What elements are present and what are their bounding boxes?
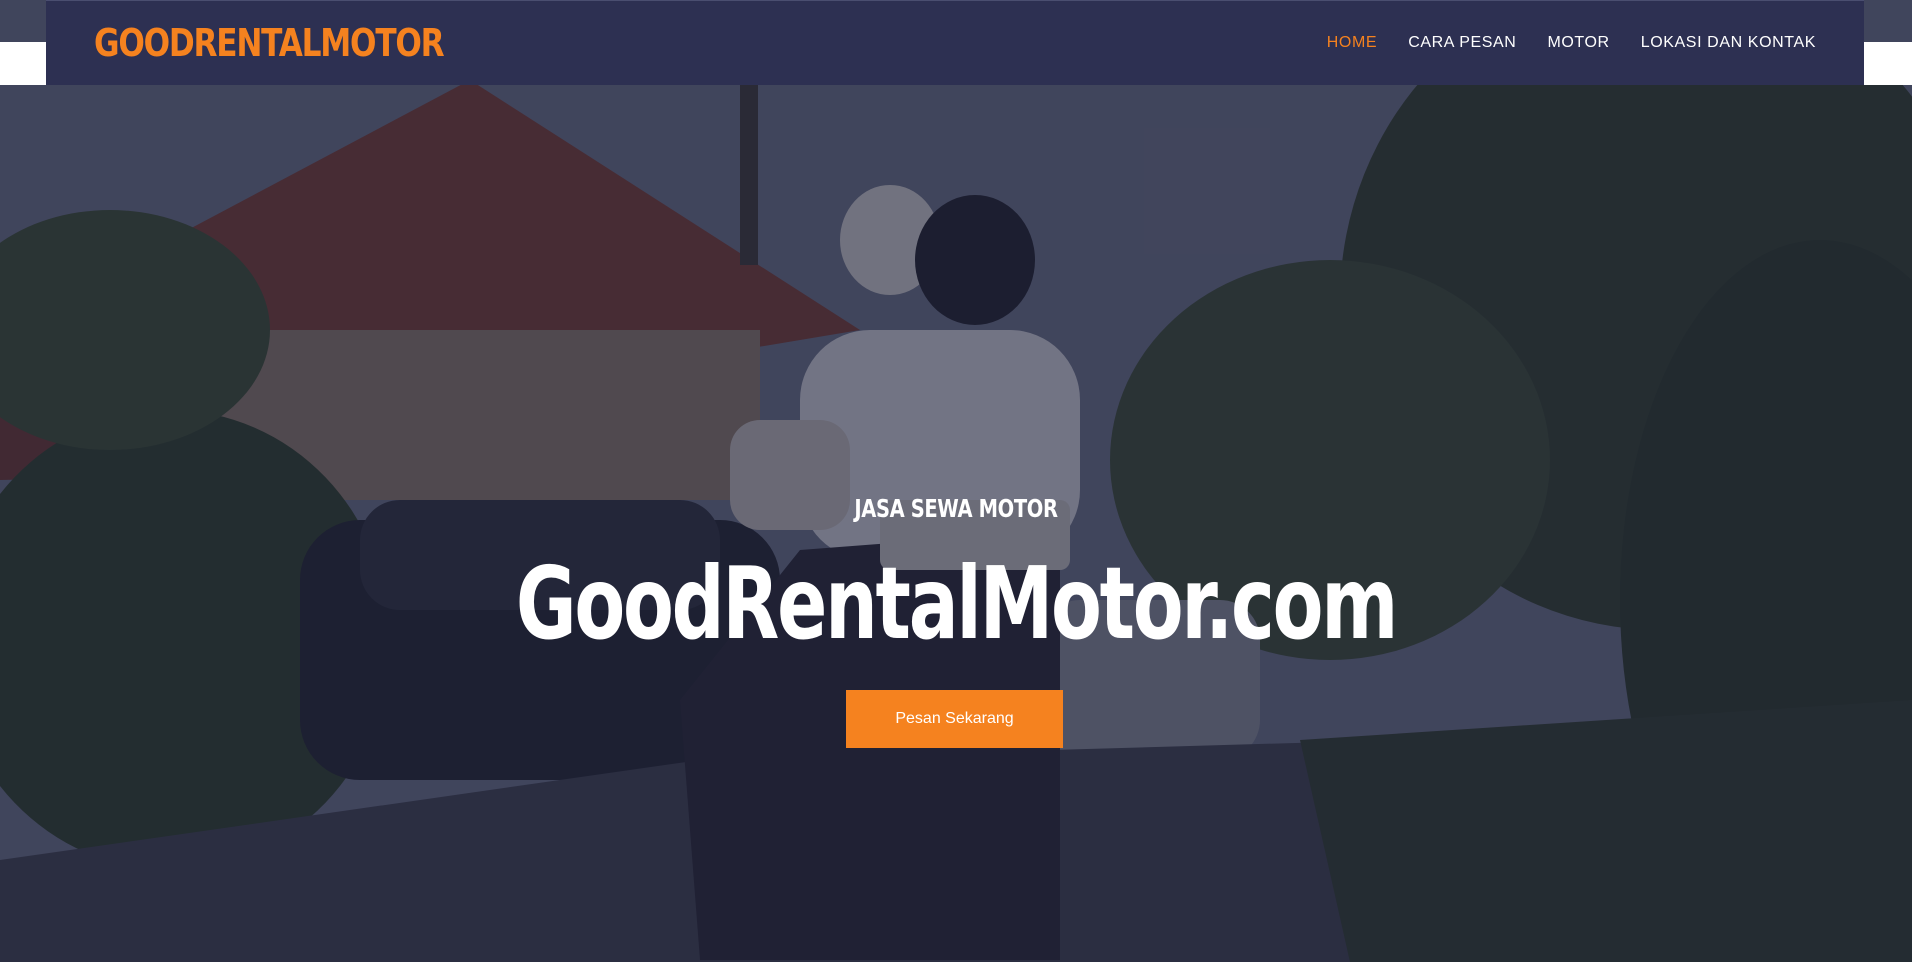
hero-content: JASA SEWA MOTOR GoodRentalMotor.com Pesa… (0, 0, 1912, 962)
hero-subtitle: JASA SEWA MOTOR (854, 494, 1058, 523)
order-now-button[interactable]: Pesan Sekarang (846, 690, 1063, 748)
hero-headline: GoodRentalMotor.com (515, 545, 1399, 662)
